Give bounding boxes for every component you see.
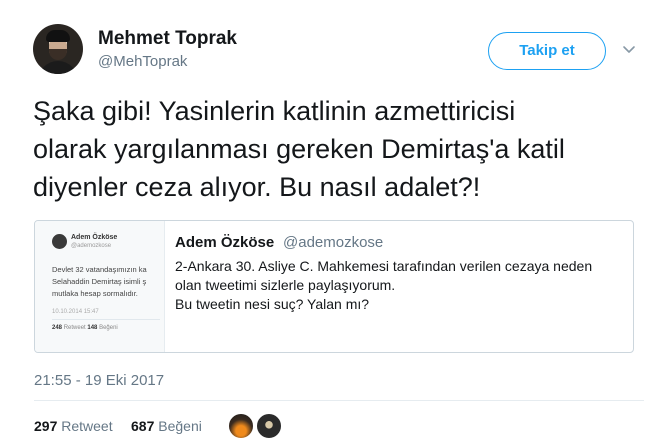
tweet-timestamp[interactable]: 21:55 - 19 Eki 2017 [34,372,164,389]
screenshot-name: Adem Özköse [71,234,118,241]
tweet-text: Şaka gibi! Yasinlerin katlinin azmettiri… [33,96,565,202]
screenshot-retweet-count: 248 [52,325,63,331]
screenshot-line: Selahaddin Demirtaş isimli ş [52,277,147,286]
screenshot-retweet-label: Retweet [63,325,86,331]
screenshot-date: 10.10.2014 15:47 [52,309,99,315]
screenshot-line: Devlet 32 vatandaşımızın ka [52,265,147,274]
like-count: 687 [131,418,155,434]
retweet-count: 297 [34,418,58,434]
author-avatar[interactable] [33,24,83,74]
divider [34,400,644,401]
screenshot-avatar [52,234,67,249]
liker-avatar[interactable] [255,412,283,440]
follow-button[interactable]: Takip et [488,32,606,70]
tweet-card: Mehmet Toprak @MehToprak Takip et Şaka g… [0,0,670,446]
screenshot-divider [52,319,160,320]
screenshot-handle: @ademozkose [71,243,112,249]
retweet-stat[interactable]: 297 Retweet [34,418,113,434]
quoted-text: 2-Ankara 30. Asliye C. Mahkemesi tarafın… [175,258,593,312]
retweet-label: Retweet [61,418,113,434]
screenshot-like-count: 148 [87,325,98,331]
screenshot-stats: 248 Retweet 148 Beğeni [52,325,118,331]
like-label: Beğeni [158,418,202,434]
chevron-down-icon[interactable] [620,40,638,58]
quoted-display-name: Adem Özköse [175,234,275,251]
quoted-tweet-screenshot[interactable]: Adem Özköse @ademozkose Devlet 32 vatand… [35,221,165,352]
author-display-name[interactable]: Mehmet Toprak [98,28,237,50]
quoted-tweet[interactable]: Adem Özköse @ademozkose Devlet 32 vatand… [34,220,634,353]
screenshot-line: mutlaka hesap sormalıdır. [52,289,138,298]
author-handle[interactable]: @MehToprak [98,53,187,70]
quoted-handle: @ademozkose [283,234,384,251]
liker-avatar[interactable] [227,412,255,440]
screenshot-like-label: Beğeni [99,325,118,331]
like-stat[interactable]: 687 Beğeni [131,418,202,434]
